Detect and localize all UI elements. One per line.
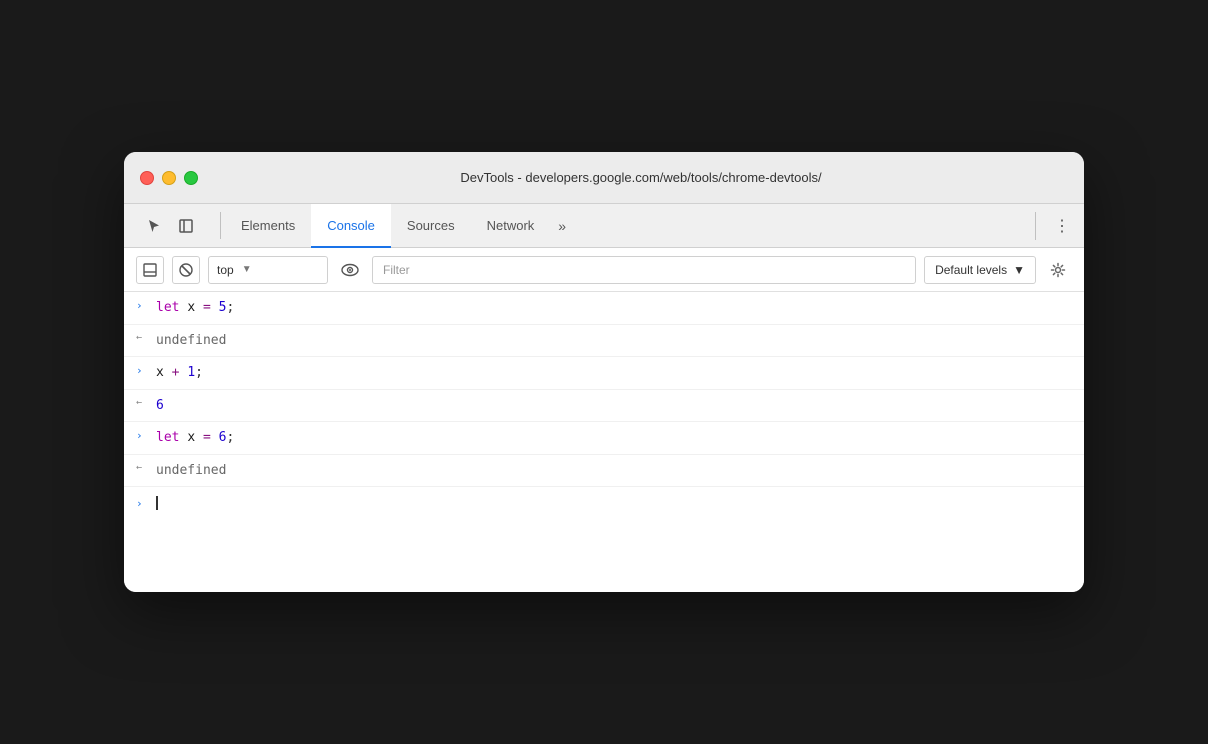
log-levels-dropdown[interactable]: Default levels ▼ — [924, 256, 1036, 284]
input-chevron-1[interactable]: › — [136, 298, 148, 312]
input-chevron-3[interactable]: › — [136, 428, 148, 442]
tab-bar-icons — [132, 204, 208, 247]
tab-bar-end: ⋮ — [1027, 204, 1076, 247]
console-row-1-output: ← undefined — [124, 325, 1084, 358]
console-row-3-input: › let x = 6; — [124, 422, 1084, 455]
tab-divider — [220, 212, 221, 239]
title-bar: DevTools - developers.google.com/web/too… — [124, 152, 1084, 204]
close-button[interactable] — [140, 171, 154, 185]
output-chevron-2: ← — [136, 396, 148, 408]
console-row-3-output: ← undefined — [124, 455, 1084, 488]
tab-bar: Elements Console Sources Network » ⋮ — [124, 204, 1084, 248]
console-toolbar: top ▼ Default levels ▼ — [124, 248, 1084, 292]
levels-dropdown-arrow: ▼ — [1013, 263, 1025, 277]
console-result-2: 6 — [156, 396, 1072, 416]
tab-sources[interactable]: Sources — [391, 204, 471, 248]
traffic-lights — [140, 171, 198, 185]
minimize-button[interactable] — [162, 171, 176, 185]
console-row-2-output: ← 6 — [124, 390, 1084, 423]
cursor-icon[interactable] — [140, 212, 168, 240]
window-title: DevTools - developers.google.com/web/too… — [214, 170, 1068, 185]
maximize-button[interactable] — [184, 171, 198, 185]
console-code-2: x + 1; — [156, 363, 1072, 383]
text-cursor — [156, 496, 158, 510]
console-code-1: let x = 5; — [156, 298, 1072, 318]
output-chevron-3: ← — [136, 461, 148, 473]
console-code-3: let x = 6; — [156, 428, 1072, 448]
output-chevron-1: ← — [136, 331, 148, 343]
console-output: › let x = 5; ← undefined › x + 1; ← 6 › … — [124, 292, 1084, 592]
clear-console-button[interactable] — [172, 256, 200, 284]
console-row-1-input: › let x = 5; — [124, 292, 1084, 325]
more-tabs-button[interactable]: » — [550, 204, 574, 247]
console-row-2-input: › x + 1; — [124, 357, 1084, 390]
input-chevron-2[interactable]: › — [136, 363, 148, 377]
tab-network[interactable]: Network — [471, 204, 551, 248]
tab-console[interactable]: Console — [311, 204, 391, 248]
tab-elements[interactable]: Elements — [225, 204, 311, 248]
console-drawer-button[interactable] — [136, 256, 164, 284]
console-result-1: undefined — [156, 331, 1072, 351]
devtools-menu-button[interactable]: ⋮ — [1048, 212, 1076, 240]
context-selector[interactable]: top ▼ — [208, 256, 328, 284]
context-selector-arrow: ▼ — [242, 264, 252, 275]
console-settings-button[interactable] — [1044, 256, 1072, 284]
end-divider — [1035, 212, 1036, 240]
input-chevron-active[interactable]: › — [136, 496, 148, 510]
filter-input[interactable] — [372, 256, 916, 284]
devtools-window: DevTools - developers.google.com/web/too… — [124, 152, 1084, 592]
live-expressions-button[interactable] — [336, 256, 364, 284]
console-input-row: › — [124, 487, 1084, 519]
console-result-3: undefined — [156, 461, 1072, 481]
dock-icon[interactable] — [172, 212, 200, 240]
tab-spacer — [574, 204, 1027, 247]
